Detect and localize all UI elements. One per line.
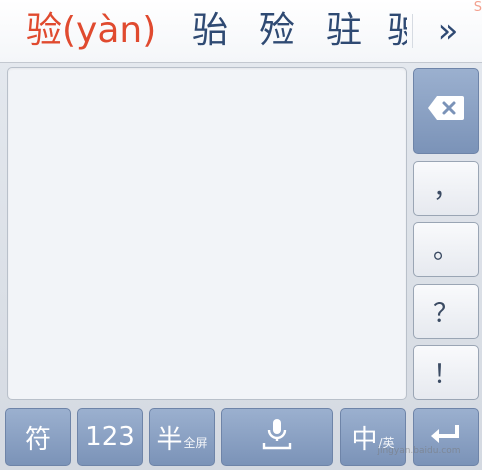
enter-key[interactable] — [413, 408, 479, 466]
comma-key[interactable]: ， — [413, 161, 479, 216]
symbols-label: 符 — [24, 424, 51, 455]
half-label: 半 — [156, 424, 183, 455]
corner-logo-icon: S — [473, 0, 482, 15]
numbers-key[interactable]: 123 — [77, 408, 143, 466]
symbols-key[interactable]: 符 — [5, 408, 71, 466]
handwriting-pad[interactable] — [7, 67, 407, 400]
backspace-button[interactable] — [413, 68, 479, 154]
lang-label: 中 — [351, 424, 378, 455]
more-candidates-button[interactable]: » — [428, 12, 468, 52]
period-label: 。 — [432, 235, 459, 265]
exclaim-key[interactable]: ！ — [413, 345, 479, 400]
period-key[interactable]: 。 — [413, 222, 479, 277]
lang-sub-label: /英 — [378, 435, 395, 450]
enter-icon — [429, 422, 463, 452]
fullscreen-label: 全屏 — [183, 435, 208, 450]
comma-label: ， — [432, 174, 459, 204]
half-fullscreen-key[interactable]: 半 全屏 — [149, 408, 215, 466]
candidate-2[interactable]: 殓 — [259, 9, 295, 53]
numbers-label: 123 — [85, 422, 135, 452]
question-label: ？ — [432, 299, 459, 329]
handwriting-keyboard: 验(yàn) 骀 殓 驻 驶 » S ， 。 ？ ！ 符 123 半 — [0, 0, 482, 470]
candidate-bar: 验(yàn) 骀 殓 驻 驶 » S — [0, 0, 482, 63]
candidate-4[interactable]: 驶 — [387, 9, 407, 53]
candidate-divider — [412, 14, 413, 48]
candidate-primary[interactable]: 验(yàn) — [26, 9, 156, 53]
language-toggle-key[interactable]: 中 /英 — [340, 408, 406, 466]
question-key[interactable]: ？ — [413, 284, 479, 339]
candidate-3[interactable]: 驻 — [326, 9, 362, 53]
microphone-icon — [260, 417, 294, 458]
exclaim-label: ！ — [432, 360, 459, 390]
backspace-icon — [427, 95, 465, 128]
candidate-1[interactable]: 骀 — [192, 9, 228, 53]
voice-input-key[interactable] — [221, 408, 333, 466]
